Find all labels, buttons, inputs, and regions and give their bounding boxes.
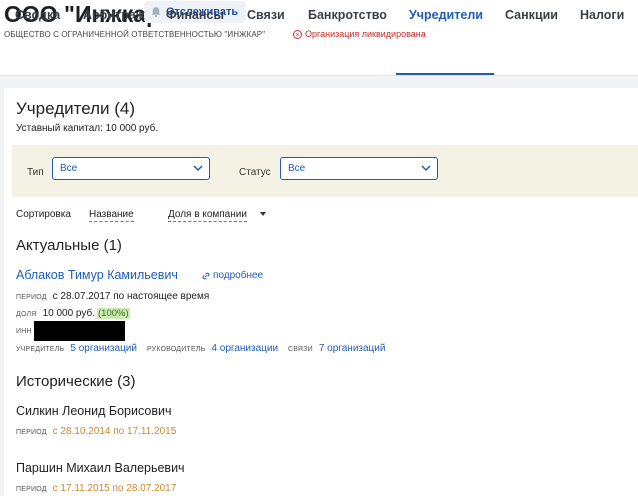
manager-role-label: руководитель xyxy=(146,346,206,353)
period-value: с 28.10.2014 по 17.11.2015 xyxy=(52,426,177,437)
period-value: с 17.11.2015 по 28.07.2017 xyxy=(52,483,177,494)
bell-icon xyxy=(151,7,161,18)
manager-orgs-link[interactable]: 4 организации xyxy=(211,343,278,354)
tab-summary[interactable]: Сводка xyxy=(15,8,60,22)
type-filter-label: Тип xyxy=(27,167,44,178)
chevron-down-icon xyxy=(193,165,203,172)
founder-inn-row: инн xyxy=(16,321,125,341)
page-background xyxy=(0,76,638,88)
share-value: 10 000 руб. xyxy=(42,308,95,319)
type-filter-select[interactable]: Все xyxy=(52,157,210,180)
tab-sanctions[interactable]: Санкции xyxy=(505,8,558,22)
links-orgs-link[interactable]: 7 организаций xyxy=(319,343,386,354)
founders-panel: Учредители (4) Уставный капитал: 10 000 … xyxy=(4,88,638,496)
more-details-link[interactable]: подробнее xyxy=(201,270,263,281)
current-founders-heading: Актуальные (1) xyxy=(16,237,122,254)
links-label: связи xyxy=(288,346,313,353)
status-badge: × Организация ликвидирована xyxy=(293,29,426,39)
share-percent-badge: (100%) xyxy=(97,308,130,319)
founder-orgs-link[interactable]: 5 организаций xyxy=(70,343,137,354)
historical-founder-name: Силкин Леонид Борисович xyxy=(16,404,172,418)
tab-finance[interactable]: Финансы xyxy=(166,8,224,22)
page-title: Учредители (4) xyxy=(16,99,136,118)
tab-arbitration[interactable]: Арбитраж xyxy=(83,8,145,22)
chevron-down-icon xyxy=(421,165,431,172)
sort-by-name[interactable]: Название xyxy=(89,209,134,222)
status-filter-label: Статус xyxy=(239,167,271,178)
sort-label: Сортировка xyxy=(16,209,71,220)
link-icon xyxy=(202,272,210,279)
status-filter-value: Все xyxy=(288,163,306,174)
founder-period-row: период с 28.07.2017 по настоящее время xyxy=(16,291,209,302)
type-filter-value: Все xyxy=(60,163,78,174)
status-text: Организация ликвидирована xyxy=(305,29,426,39)
period-value: с 28.07.2017 по настоящее время xyxy=(52,291,210,302)
inn-label: инн xyxy=(16,327,32,335)
tab-links[interactable]: Связи xyxy=(247,8,285,22)
page-header: ООО "Инжкар" Отслеживать ОБЩЕСТВО С ОГРА… xyxy=(0,0,638,88)
company-full-name: ОБЩЕСТВО С ОГРАНИЧЕННОЙ ОТВЕТСТВЕННОСТЬЮ… xyxy=(4,30,266,39)
founder-share-row: доля 10 000 руб. (100%) xyxy=(16,308,130,319)
share-label: доля xyxy=(16,311,37,318)
period-label: период xyxy=(16,486,47,493)
founder-role-label: учредитель xyxy=(16,346,65,353)
historical-founders-heading: Исторические (3) xyxy=(16,373,136,390)
status-filter-select[interactable]: Все xyxy=(280,157,438,180)
period-label: период xyxy=(16,429,47,436)
tab-bankruptcy[interactable]: Банкротство xyxy=(308,8,387,22)
tab-founders[interactable]: Учредители xyxy=(409,8,483,22)
founder-relations-row: учредитель 5 организаций руководитель 4 … xyxy=(16,343,385,354)
tab-taxes[interactable]: Налоги xyxy=(580,8,624,22)
period-label: период xyxy=(16,294,47,301)
more-details-label: подробнее xyxy=(213,270,264,281)
close-circle-icon: × xyxy=(293,29,302,39)
filters-bar: Тип Все Статус Все xyxy=(12,145,638,197)
historical-founder-name: Паршин Михаил Валерьевич xyxy=(16,461,185,475)
founder-name-link[interactable]: Аблаков Тимур Камильевич xyxy=(16,268,178,282)
authorized-capital: Уставный капитал: 10 000 руб. xyxy=(16,123,159,134)
inn-redacted xyxy=(33,321,125,341)
sort-by-share[interactable]: Доля в компании xyxy=(168,209,247,222)
historical-period-row: период с 17.11.2015 по 28.07.2017 xyxy=(16,483,176,494)
caret-down-icon xyxy=(260,212,266,216)
historical-period-row: период с 28.10.2014 по 17.11.2015 xyxy=(16,426,176,437)
